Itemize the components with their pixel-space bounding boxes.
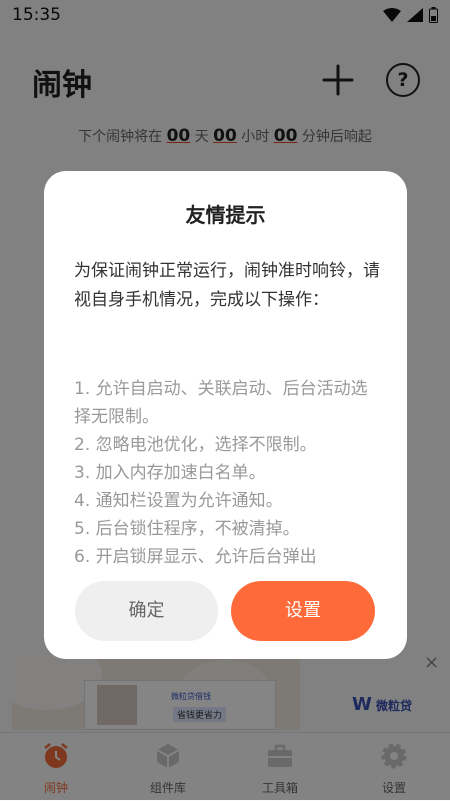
dialog-steps-list[interactable]: 1. 允许自启动、关联启动、后台活动选择无限制。 2. 忽略电池优化，选择不限制… [74,375,384,571]
dialog-step: 3. 加入内存加速白名单。 [74,463,266,483]
dialog-step: 6. 开启锁屏显示、允许后台弹出 [74,547,317,567]
dialog-step: 5. 后台锁住程序，不被清掉。 [74,519,300,539]
dialog-step: 2. 忽略电池优化，选择不限制。 [74,435,317,455]
dialog-step: 4. 通知栏设置为允许通知。 [74,491,283,511]
settings-button[interactable]: 设置 [231,581,375,641]
dialog-title: 友情提示 [185,203,266,227]
dialog-intro: 为保证闹钟正常运行，闹钟准时响铃，请视自身手机情况，完成以下操作： [74,261,380,310]
dialog-step: 1. 允许自启动、关联启动、后台活动选择无限制。 [74,379,368,427]
tips-dialog: 友情提示 为保证闹钟正常运行，闹钟准时响铃，请视自身手机情况，完成以下操作： 1… [44,171,407,659]
confirm-button[interactable]: 确定 [75,581,218,641]
